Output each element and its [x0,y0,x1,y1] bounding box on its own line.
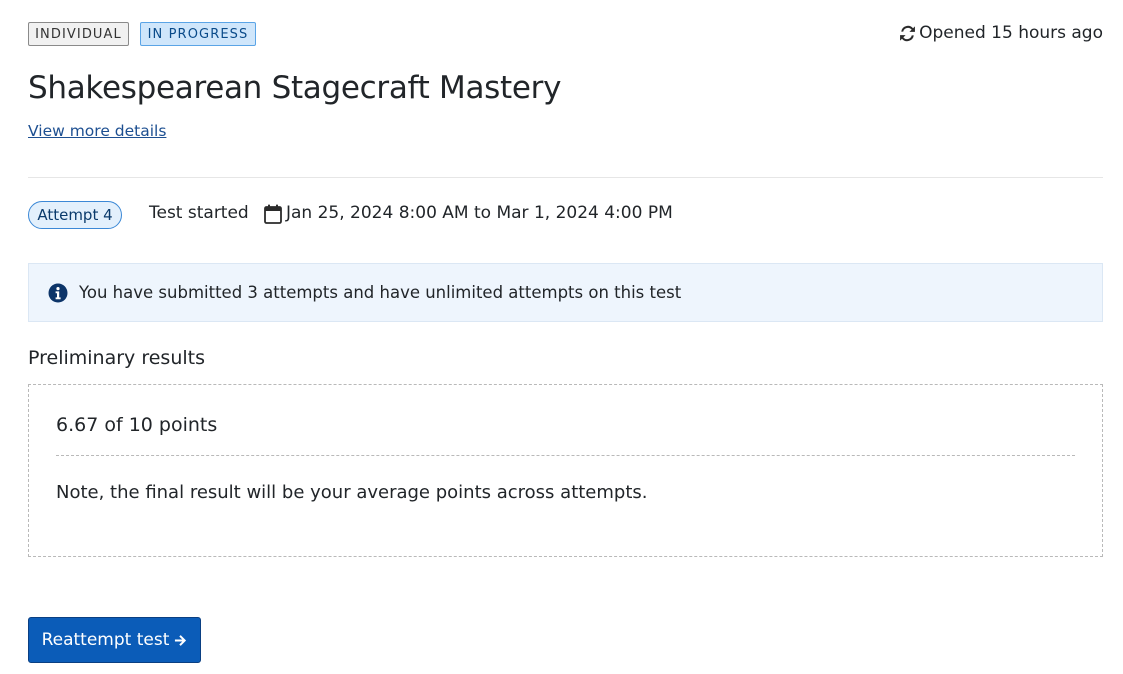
opened-timestamp: Opened 15 hours ago [899,23,1103,43]
opened-text: Opened 15 hours ago [919,23,1103,43]
individual-badge: INDIVIDUAL [28,22,129,46]
info-banner: You have submitted 3 attempts and have u… [28,263,1103,322]
results-box: 6.67 of 10 points Note, the final result… [28,384,1103,557]
view-more-details-link[interactable]: View more details [28,122,166,140]
attempt-row: Attempt 4 Test started Jan 25, 2024 8:00… [28,200,1103,230]
reattempt-button-label: Reattempt test [41,630,170,650]
results-divider [56,455,1075,456]
reattempt-test-button[interactable]: Reattempt test [28,617,201,663]
header-row: INDIVIDUAL IN PROGRESS Opened 15 hours a… [28,22,1103,50]
info-circle-icon [48,283,68,303]
arrow-right-icon [175,634,187,646]
status-badge: IN PROGRESS [140,22,256,46]
preliminary-results-heading: Preliminary results [28,347,205,369]
section-divider [28,177,1103,178]
points-score: 6.67 of 10 points [56,414,218,436]
info-banner-text: You have submitted 3 attempts and have u… [79,283,682,302]
test-started-label: Test started [149,203,249,223]
test-date-range: Jan 25, 2024 8:00 AM to Mar 1, 2024 4:00… [286,203,673,223]
calendar-icon [264,204,282,224]
page-title: Shakespearean Stagecraft Mastery [28,70,562,106]
attempt-badge: Attempt 4 [28,201,122,229]
results-note: Note, the final result will be your aver… [56,482,648,503]
refresh-icon [900,25,916,41]
